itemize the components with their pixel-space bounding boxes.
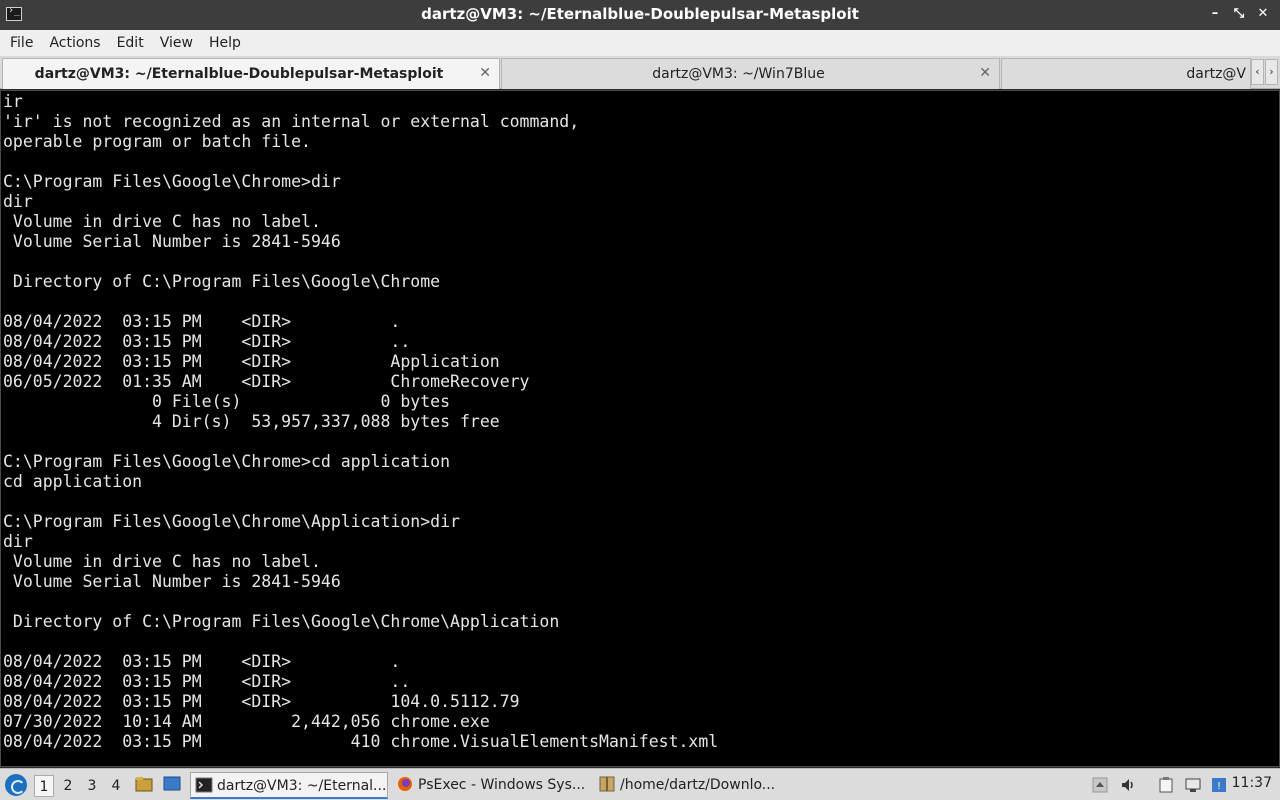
- menu-view[interactable]: View: [152, 30, 201, 56]
- menu-help[interactable]: Help: [201, 30, 249, 56]
- tab-scroll-left-icon[interactable]: ‹: [1251, 59, 1264, 85]
- firefox-icon: [398, 777, 412, 791]
- tab-partial[interactable]: dartz@V: [1001, 58, 1251, 89]
- workspace-3[interactable]: 3: [82, 775, 102, 797]
- terminal-line: 08/04/2022 03:15 PM 410 chrome.VisualEle…: [3, 732, 719, 751]
- terminal-line: 07/30/2022 10:14 AM 2,442,056 chrome.exe: [3, 712, 490, 731]
- workspace-1[interactable]: 1: [34, 775, 54, 797]
- terminal-line: 08/04/2022 03:15 PM <DIR> Application: [3, 352, 500, 371]
- task-firefox[interactable]: PsExec - Windows Sys...: [392, 772, 590, 799]
- terminal-line: 08/04/2022 03:15 PM <DIR> ..: [3, 332, 411, 351]
- terminal-line: 4 Dir(s) 53,957,337,088 bytes free: [3, 412, 500, 431]
- tab-bar: dartz@VM3: ~/Eternalblue-Doublepulsar-Me…: [0, 56, 1280, 89]
- terminal-line: Volume Serial Number is 2841-5946: [3, 572, 341, 591]
- minimize-icon[interactable]: –: [1206, 5, 1224, 23]
- terminal-line: 08/04/2022 03:15 PM <DIR> .: [3, 652, 401, 671]
- title-bar[interactable]: dartz@VM3: ~/Eternalblue-Doublepulsar-Me…: [0, 0, 1280, 30]
- show-desktop-icon[interactable]: [163, 775, 181, 793]
- terminal-line: 'ir' is not recognized as an internal or…: [3, 112, 580, 131]
- update-notifier-icon[interactable]: !: [1211, 777, 1227, 793]
- menu-actions[interactable]: Actions: [41, 30, 108, 56]
- menu-file[interactable]: File: [2, 30, 41, 56]
- terminal-line: ir: [3, 92, 23, 111]
- tab-eternalblue[interactable]: dartz@VM3: ~/Eternalblue-Doublepulsar-Me…: [2, 58, 500, 89]
- window-title: dartz@VM3: ~/Eternalblue-Doublepulsar-Me…: [421, 5, 859, 23]
- clock: 11:37: [1231, 775, 1272, 791]
- tab-label: dartz@V: [1186, 66, 1246, 82]
- task-label: dartz@VM3: ~/Eternal...: [217, 778, 387, 794]
- tab-scroll-right-icon[interactable]: ›: [1265, 59, 1278, 85]
- terminal-line: dir: [3, 532, 33, 551]
- terminal-line: Directory of C:\Program Files\Google\Chr…: [3, 612, 560, 631]
- terminal-line: 08/04/2022 03:15 PM <DIR> ..: [3, 672, 411, 691]
- terminal-line: cd application: [3, 472, 143, 491]
- network-icon[interactable]: [1185, 777, 1201, 793]
- terminal-line: C:\Program Files\Google\Chrome\Applicati…: [3, 512, 460, 531]
- volume-icon[interactable]: [1120, 777, 1136, 793]
- window-controls: – ⤡ ✕: [1206, 5, 1272, 23]
- terminal-line: 06/05/2022 01:35 AM <DIR> ChromeRecovery: [3, 372, 530, 391]
- task-terminal[interactable]: dartz@VM3: ~/Eternal...: [190, 772, 388, 799]
- archive-icon: [599, 776, 615, 792]
- terminal-line: Volume in drive C has no label.: [3, 212, 321, 231]
- workspace-2[interactable]: 2: [58, 775, 78, 797]
- file-manager-icon[interactable]: [135, 775, 153, 793]
- terminal-line: operable program or batch file.: [3, 132, 311, 151]
- tab-win7blue[interactable]: dartz@VM3: ~/Win7Blue ✕: [501, 58, 1000, 89]
- terminal-line: dir: [3, 192, 33, 211]
- terminal-line: Volume Serial Number is 2841-5946: [3, 232, 341, 251]
- terminal-line: 0 File(s) 0 bytes: [3, 392, 451, 411]
- terminal-icon: [195, 777, 213, 793]
- svg-text:!: !: [1217, 781, 1221, 792]
- task-archive[interactable]: /home/dartz/Downlo...: [594, 772, 792, 799]
- taskbar: 1 2 3 4 dartz@VM3: ~/Eternal... PsExec -…: [0, 768, 1280, 800]
- terminal-line: Directory of C:\Program Files\Google\Chr…: [3, 272, 441, 291]
- restore-icon[interactable]: ⤡: [1230, 5, 1248, 23]
- tab-close-icon[interactable]: ✕: [979, 65, 991, 81]
- tray-up-arrow-icon[interactable]: [1092, 777, 1108, 793]
- terminal-view[interactable]: ir'ir' is not recognized as an internal …: [0, 90, 1280, 767]
- task-label: PsExec - Windows Sys...: [418, 777, 586, 793]
- clipboard-icon[interactable]: [1158, 777, 1174, 793]
- menu-edit[interactable]: Edit: [109, 30, 152, 56]
- close-icon[interactable]: ✕: [1254, 5, 1272, 23]
- terminal-line: 08/04/2022 03:15 PM <DIR> .: [3, 312, 401, 331]
- terminal-line: Volume in drive C has no label.: [3, 552, 321, 571]
- terminal-line: C:\Program Files\Google\Chrome>cd applic…: [3, 452, 451, 471]
- menu-bar: File Actions Edit View Help: [0, 30, 1280, 56]
- tab-label: dartz@VM3: ~/Win7Blue: [652, 66, 825, 82]
- terminal-output: ir'ir' is not recognized as an internal …: [3, 92, 718, 752]
- start-menu-icon[interactable]: [5, 774, 27, 796]
- tab-label: dartz@VM3: ~/Eternalblue-Doublepulsar-Me…: [34, 66, 444, 82]
- workspace-4[interactable]: 4: [106, 775, 126, 797]
- terminal-line: C:\Program Files\Google\Chrome>dir: [3, 172, 341, 191]
- task-label: /home/dartz/Downlo...: [620, 777, 776, 793]
- tab-close-icon[interactable]: ✕: [479, 65, 491, 81]
- terminal-line: 08/04/2022 03:15 PM <DIR> 104.0.5112.79: [3, 692, 520, 711]
